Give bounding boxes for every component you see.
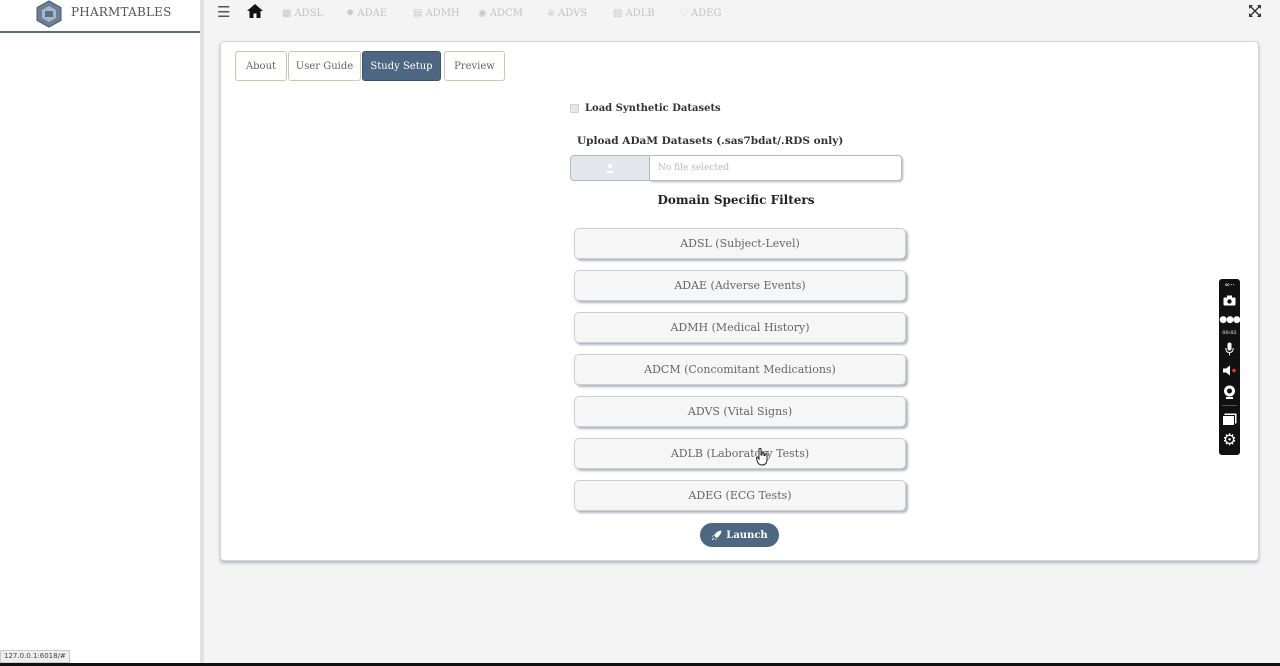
nav-item-label: ADEG (690, 7, 722, 19)
launch-button[interactable]: Launch (700, 523, 779, 547)
menu-toggle-icon[interactable]: ☰ (217, 3, 230, 21)
top-navigation: ☰ ▦ ADSL ✹ ADAE ▤ ADMH ◉ ADCM ⎈ ADVS ▧ A… (204, 0, 1280, 26)
speaker-icon[interactable] (1223, 365, 1237, 376)
virus-icon: ✹ (346, 7, 355, 19)
filter-admh-button[interactable]: ADMH (Medical History) (574, 312, 906, 343)
filter-adae-button[interactable]: ADAE (Adverse Events) (574, 270, 906, 301)
file-browse-button[interactable] (570, 155, 650, 181)
document-icon: ▤ (413, 7, 423, 19)
brand-name: PHARMTABLES (71, 5, 172, 19)
filter-adlb-button[interactable]: ADLB (Laboratory Tests) (574, 438, 906, 469)
more-icon[interactable]: ●●● (1219, 315, 1241, 325)
nav-item-adcm[interactable]: ◉ ADCM (478, 5, 523, 21)
nav-item-label: ADCM (489, 7, 523, 19)
tab-about[interactable]: About (235, 51, 287, 81)
sidebar: PHARMTABLES (0, 0, 203, 666)
nav-item-label: ADAE (357, 7, 388, 19)
status-url: 127.0.0.1:6018/# (0, 650, 70, 663)
settings-gear-icon[interactable]: ⚙ (1219, 431, 1240, 449)
fullscreen-icon[interactable] (1249, 5, 1261, 17)
window-icon[interactable] (1222, 413, 1237, 427)
filter-advs-button[interactable]: ADVS (Vital Signs) (574, 396, 906, 427)
brand-header: PHARMTABLES (0, 0, 203, 33)
pharmtables-logo-icon (36, 0, 62, 28)
recording-timer: 00:02 (1222, 330, 1237, 336)
microphone-icon[interactable] (1225, 342, 1234, 356)
nav-item-admh[interactable]: ▤ ADMH (413, 5, 460, 21)
nav-item-adsl[interactable]: ▦ ADSL (282, 5, 323, 21)
table-icon: ▦ (282, 7, 292, 19)
nav-item-label: ADLB (625, 7, 655, 19)
nav-item-adlb[interactable]: ▧ ADLB (613, 5, 655, 21)
user-upload-icon (605, 163, 615, 173)
synthetic-datasets-option[interactable]: Load Synthetic Datasets (570, 103, 721, 114)
link-icon[interactable]: ∞·· (1219, 281, 1240, 289)
heartbeat-icon: ♡ (679, 7, 688, 19)
file-name-field[interactable]: No file selected (650, 155, 902, 181)
launch-label: Launch (726, 529, 768, 541)
webcam-icon[interactable] (1223, 385, 1236, 400)
nav-item-advs[interactable]: ⎈ ADVS (547, 5, 587, 21)
filter-adeg-button[interactable]: ADEG (ECG Tests) (574, 480, 906, 511)
tab-user-guide[interactable]: User Guide (288, 51, 361, 81)
nav-item-adae[interactable]: ✹ ADAE (346, 5, 387, 21)
tab-study-setup[interactable]: Study Setup (362, 51, 441, 81)
synthetic-datasets-checkbox[interactable] (570, 104, 579, 113)
synthetic-datasets-label: Load Synthetic Datasets (585, 103, 721, 114)
sidebar-divider (200, 0, 204, 666)
pills-icon: ◉ (478, 7, 487, 19)
stethoscope-icon: ⎈ (547, 7, 555, 19)
study-setup-panel: About User Guide Study Setup Preview Loa… (220, 41, 1259, 561)
home-icon[interactable] (247, 4, 263, 18)
filter-adsl-button[interactable]: ADSL (Subject-Level) (574, 228, 906, 259)
tab-preview[interactable]: Preview (444, 51, 505, 81)
nav-item-label: ADVS (558, 7, 588, 19)
filter-adcm-button[interactable]: ADCM (Concomitant Medications) (574, 354, 906, 385)
flask-icon: ▧ (613, 7, 623, 19)
toolbar-divider (1222, 405, 1237, 406)
nav-item-label: ADSL (294, 7, 324, 19)
nav-item-label: ADMH (425, 7, 460, 19)
camera-icon[interactable] (1223, 295, 1236, 306)
upload-label: Upload ADaM Datasets (.sas7bdat/.RDS onl… (577, 135, 844, 147)
hand-cursor-icon (756, 448, 768, 466)
filters-title: Domain Specific Filters (657, 193, 815, 207)
recorder-toolbar: ∞·· ●●● 00:02 ⚙ (1219, 279, 1241, 455)
nav-item-adeg[interactable]: ♡ ADEG (679, 5, 722, 21)
rocket-icon (711, 530, 722, 540)
